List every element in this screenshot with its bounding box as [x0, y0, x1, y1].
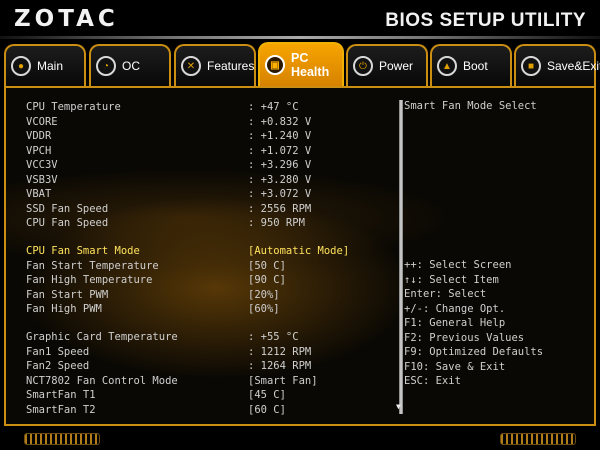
key-hint: F10: Save & Exit	[404, 360, 506, 373]
key-hint: F2: Previous Values	[404, 331, 525, 344]
reading-value: : 1212 RPM	[248, 345, 312, 358]
tab-oc-label: OC	[122, 59, 140, 73]
reading-value: : +1.072 V	[248, 144, 312, 157]
gauge-icon: ◔	[96, 56, 116, 76]
tab-power-label: Power	[379, 59, 414, 73]
scroll-down-arrow-icon[interactable]: ▼	[396, 402, 401, 411]
tab-main[interactable]: ● Main	[4, 44, 86, 86]
reading-label: CPU Temperature	[26, 101, 121, 113]
reading-value: : +3.296 V	[248, 159, 312, 171]
tab-oc[interactable]: ◔ OC	[89, 44, 171, 86]
reading-label: Graphic Card Temperature	[26, 331, 178, 343]
reading-label: VCORE	[26, 115, 58, 128]
reading-label: CPU Fan Speed	[26, 217, 109, 229]
setting-label: SmartFan T1	[26, 389, 96, 401]
setting-label: SmartFan T2	[26, 403, 96, 416]
disc-icon: ●	[11, 56, 31, 76]
tools-icon: ✕	[181, 56, 201, 76]
key-hint: Enter: Select	[404, 288, 487, 300]
reading-label: VSB3V	[26, 173, 58, 186]
reading-label: Fan1 Speed	[26, 345, 90, 358]
key-hint: F1: General Help	[404, 317, 506, 329]
lock-icon: ▲	[437, 56, 457, 76]
reading-label: VBAT	[26, 188, 52, 200]
setting-value[interactable]: [90 C]	[248, 273, 286, 287]
setting-value[interactable]: [60 C]	[248, 403, 286, 417]
settings-panel: CPU Temperature : +47 °C VCORE : +0.832 …	[4, 86, 596, 426]
tab-pc-health-label: PC Health	[291, 51, 330, 79]
zotac-logo: ZOTAC	[14, 6, 119, 32]
reading-value: : +47 °C	[248, 101, 299, 113]
key-hint: +/-: Change Opt.	[404, 302, 506, 315]
reading-label: Fan2 Speed	[26, 360, 90, 372]
tab-pc-health[interactable]: ▣ PC Health	[258, 42, 344, 86]
key-hint: ↑↓: Select Item	[404, 273, 499, 286]
tab-power[interactable]: ⏻ Power	[346, 44, 428, 86]
reading-value: : +1.240 V	[248, 130, 312, 142]
footer-decoration-right	[500, 433, 576, 445]
tab-save-exit-label: Save&Exit	[547, 59, 600, 73]
setting-value[interactable]: [Smart Fan]	[248, 374, 318, 388]
reading-label: SSD Fan Speed	[26, 202, 109, 215]
tab-features[interactable]: ✕ Features	[174, 44, 256, 86]
setting-value[interactable]: [Automatic Mode]	[248, 244, 349, 258]
save-icon: ■	[521, 56, 541, 76]
setting-label: NCT7802 Fan Control Mode	[26, 374, 178, 387]
tab-boot[interactable]: ▲ Boot	[430, 44, 512, 86]
setting-value[interactable]: [50 C]	[248, 259, 286, 273]
reading-label: VPCH	[26, 144, 52, 157]
reading-value: : +3.280 V	[248, 173, 312, 186]
key-hint: ESC: Exit	[404, 375, 461, 387]
reading-value: : 2556 RPM	[248, 202, 312, 215]
setting-value[interactable]: [45 C]	[248, 388, 286, 402]
key-hint: F9: Optimized Defaults	[404, 346, 544, 358]
tab-main-label: Main	[37, 59, 64, 73]
setting-label: Fan Start PWM	[26, 288, 109, 301]
setting-label: Fan High Temperature	[26, 274, 153, 286]
setting-label: Fan Start Temperature	[26, 259, 159, 272]
tab-save-exit[interactable]: ■ Save&Exit	[514, 44, 600, 86]
scrollbar[interactable]	[399, 100, 403, 414]
setting-value[interactable]: [20%]	[248, 288, 280, 302]
reading-value: : +55 °C	[248, 331, 299, 343]
header-divider	[0, 36, 600, 39]
reading-label: VCC3V	[26, 159, 58, 171]
chip-icon: ▣	[265, 55, 285, 75]
help-text: Smart Fan Mode Select	[404, 100, 537, 112]
reading-value: : +3.072 V	[248, 188, 312, 200]
power-icon: ⏻	[353, 56, 373, 76]
tab-boot-label: Boot	[463, 59, 488, 73]
setting-value[interactable]: [60%]	[248, 302, 280, 316]
tab-bar: ● Main ◔ OC ✕ Features ▣ PC Health ⏻ Pow…	[4, 42, 600, 86]
reading-label: VDDR	[26, 130, 52, 142]
footer-decoration-left	[24, 433, 100, 445]
key-hint: ++: Select Screen	[404, 259, 512, 271]
tab-features-label: Features	[207, 59, 255, 73]
reading-value: : 1264 RPM	[248, 360, 312, 372]
setting-label: Fan High PWM	[26, 303, 102, 315]
utility-title: BIOS SETUP UTILITY	[385, 10, 586, 31]
reading-value: : +0.832 V	[248, 115, 312, 128]
setting-label: CPU Fan Smart Mode	[26, 245, 140, 257]
key-legend: ++: Select Screen ↑↓: Select Item Enter:…	[404, 258, 594, 389]
reading-value: : 950 RPM	[248, 217, 305, 229]
